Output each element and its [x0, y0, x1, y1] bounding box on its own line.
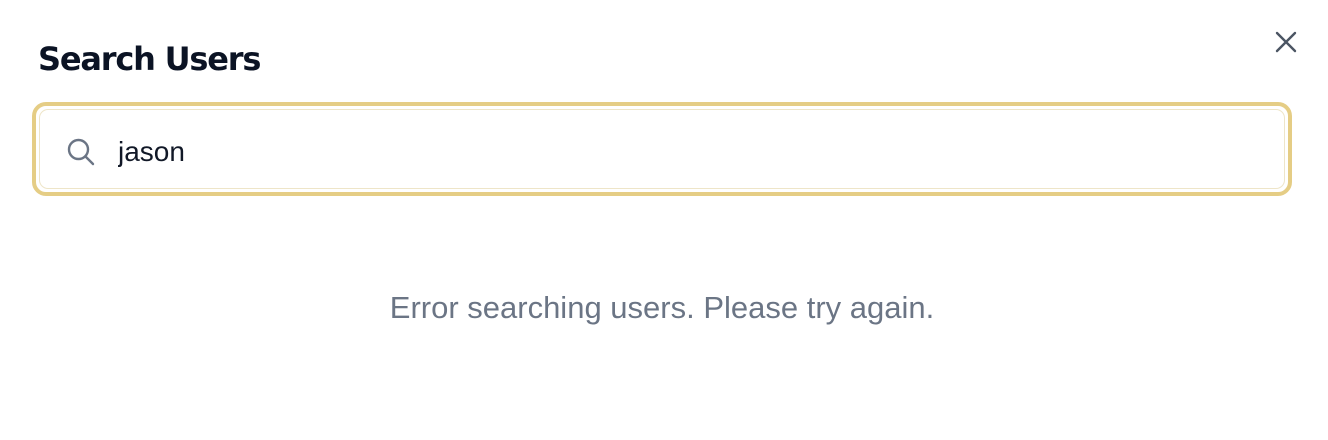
search-users-dialog: Search Users Error searching users. Plea…	[0, 0, 1328, 440]
search-icon	[67, 138, 95, 166]
search-field	[32, 102, 1292, 196]
close-icon	[1275, 31, 1297, 53]
search-field-inner	[39, 109, 1285, 189]
dialog-title: Search Users	[38, 40, 261, 78]
close-button[interactable]	[1268, 24, 1304, 60]
error-message: Error searching users. Please try again.	[389, 290, 935, 325]
search-input[interactable]	[118, 124, 1238, 180]
